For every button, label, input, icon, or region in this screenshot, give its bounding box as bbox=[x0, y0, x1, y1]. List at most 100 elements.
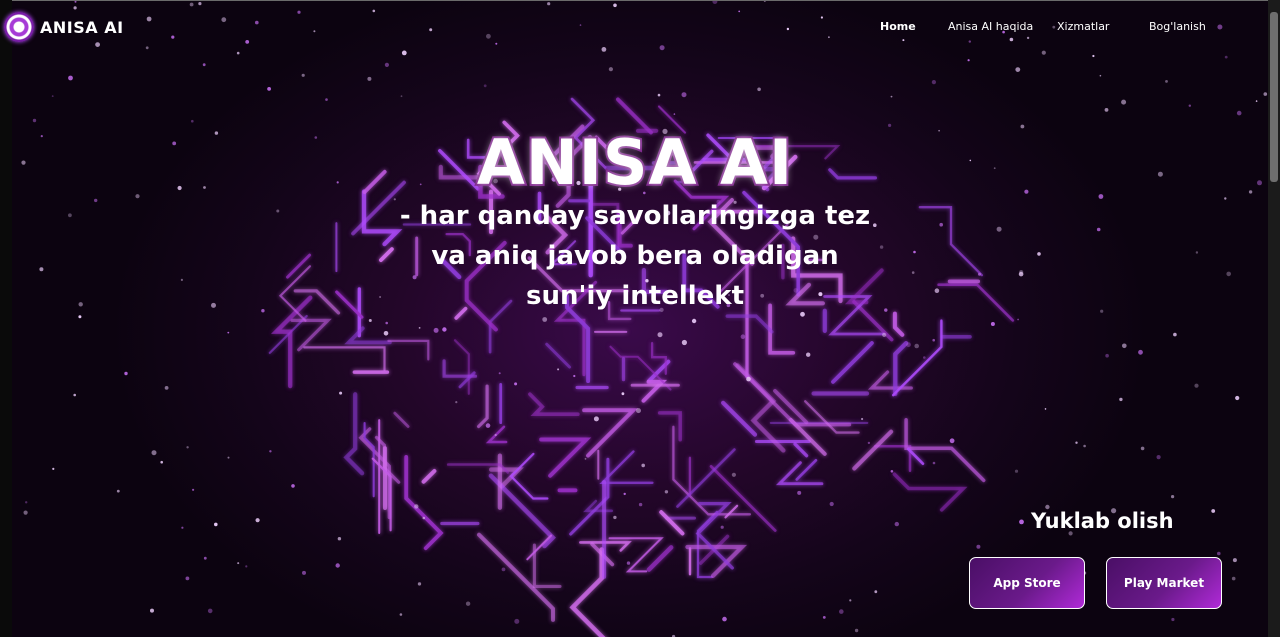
particle bbox=[339, 391, 343, 395]
app-store-button[interactable]: App Store bbox=[969, 557, 1085, 609]
particle bbox=[151, 450, 157, 456]
particle bbox=[442, 327, 447, 332]
particle bbox=[1224, 55, 1228, 59]
particle bbox=[1041, 50, 1046, 55]
hero-subtitle-line: sun'iy intellekt bbox=[525, 281, 745, 311]
particle bbox=[25, 501, 28, 504]
particle bbox=[73, 393, 76, 397]
particle bbox=[1092, 54, 1095, 58]
particle bbox=[1235, 395, 1240, 401]
particle bbox=[932, 338, 935, 342]
particle bbox=[547, 2, 551, 6]
particle bbox=[455, 401, 458, 404]
vertical-scrollbar[interactable] bbox=[1268, 0, 1280, 637]
particle bbox=[267, 87, 271, 91]
circuit-trace bbox=[303, 346, 386, 372]
circuit-trace bbox=[775, 461, 824, 486]
particle bbox=[414, 504, 419, 509]
particle bbox=[372, 9, 376, 13]
particle bbox=[325, 98, 328, 101]
particle bbox=[839, 609, 844, 614]
particle bbox=[1173, 332, 1177, 337]
particle bbox=[613, 3, 617, 8]
particle bbox=[1015, 67, 1021, 72]
nav-contact[interactable]: Bog'lanish bbox=[1149, 20, 1206, 33]
particle bbox=[914, 343, 919, 349]
particle bbox=[337, 537, 342, 541]
particle bbox=[1083, 444, 1086, 448]
circuit-trace bbox=[852, 429, 894, 471]
particle bbox=[691, 318, 697, 324]
particle bbox=[291, 484, 295, 488]
circuit-trace bbox=[709, 465, 777, 532]
particle bbox=[494, 433, 497, 437]
nav-services[interactable]: Xizmatlar bbox=[1057, 20, 1109, 33]
particle bbox=[673, 113, 676, 115]
scrollbar-thumb[interactable] bbox=[1270, 12, 1278, 182]
circuit-trace bbox=[528, 392, 580, 416]
particle bbox=[207, 608, 213, 614]
particle bbox=[1232, 558, 1237, 563]
particle bbox=[849, 599, 852, 602]
particle bbox=[932, 461, 936, 465]
particle bbox=[593, 416, 599, 422]
particle bbox=[1044, 408, 1047, 410]
circuit-trace bbox=[477, 384, 489, 429]
particle bbox=[433, 327, 439, 333]
circuit-trace bbox=[892, 472, 968, 512]
circuit-trace bbox=[532, 543, 562, 588]
particle bbox=[495, 42, 498, 45]
particle bbox=[399, 613, 403, 616]
particle bbox=[542, 317, 548, 322]
nav-home[interactable]: Home bbox=[880, 20, 916, 33]
particle bbox=[514, 618, 520, 624]
particle bbox=[890, 470, 894, 473]
particle bbox=[636, 408, 641, 414]
particle bbox=[52, 467, 55, 470]
particle bbox=[32, 118, 37, 123]
circuit-trace bbox=[442, 359, 478, 378]
particle bbox=[882, 332, 887, 337]
particle bbox=[931, 80, 937, 85]
circuit-trace bbox=[804, 400, 860, 434]
circuit-trace bbox=[646, 545, 674, 572]
particle bbox=[1099, 74, 1102, 77]
particle bbox=[1121, 99, 1127, 105]
circuit-trace bbox=[793, 442, 809, 458]
particle bbox=[822, 616, 826, 619]
particle bbox=[976, 544, 981, 549]
particle bbox=[160, 460, 163, 464]
circuit-trace bbox=[539, 437, 592, 478]
particle bbox=[806, 352, 811, 357]
particle bbox=[202, 63, 206, 67]
particle bbox=[1211, 509, 1216, 513]
particle bbox=[1171, 617, 1175, 622]
particle bbox=[186, 446, 189, 449]
particle bbox=[902, 39, 905, 42]
particle bbox=[623, 492, 626, 496]
particle bbox=[573, 374, 576, 378]
page: ANISA AI Home Anisa AI haqida Xizmatlar … bbox=[0, 0, 1280, 637]
nav-about[interactable]: Anisa AI haqida bbox=[948, 20, 1033, 33]
particle bbox=[990, 322, 995, 326]
particle bbox=[923, 356, 926, 359]
main-nav: Home Anisa AI haqida Xizmatlar Bog'lanis… bbox=[0, 20, 1280, 38]
particle bbox=[514, 382, 518, 386]
particle bbox=[1217, 551, 1221, 556]
particle bbox=[829, 501, 834, 507]
particle bbox=[465, 601, 471, 606]
particle bbox=[967, 59, 970, 62]
particle bbox=[297, 10, 301, 14]
particle bbox=[1105, 353, 1109, 358]
particle bbox=[401, 50, 407, 56]
particle bbox=[245, 40, 250, 44]
circuit-trace bbox=[387, 339, 430, 361]
particle bbox=[367, 76, 372, 81]
particle bbox=[1231, 576, 1236, 581]
particle bbox=[95, 42, 100, 47]
particle bbox=[236, 51, 240, 55]
play-market-button[interactable]: Play Market bbox=[1106, 557, 1222, 609]
particle bbox=[1194, 383, 1199, 388]
particle bbox=[417, 582, 422, 586]
particle bbox=[203, 556, 207, 560]
